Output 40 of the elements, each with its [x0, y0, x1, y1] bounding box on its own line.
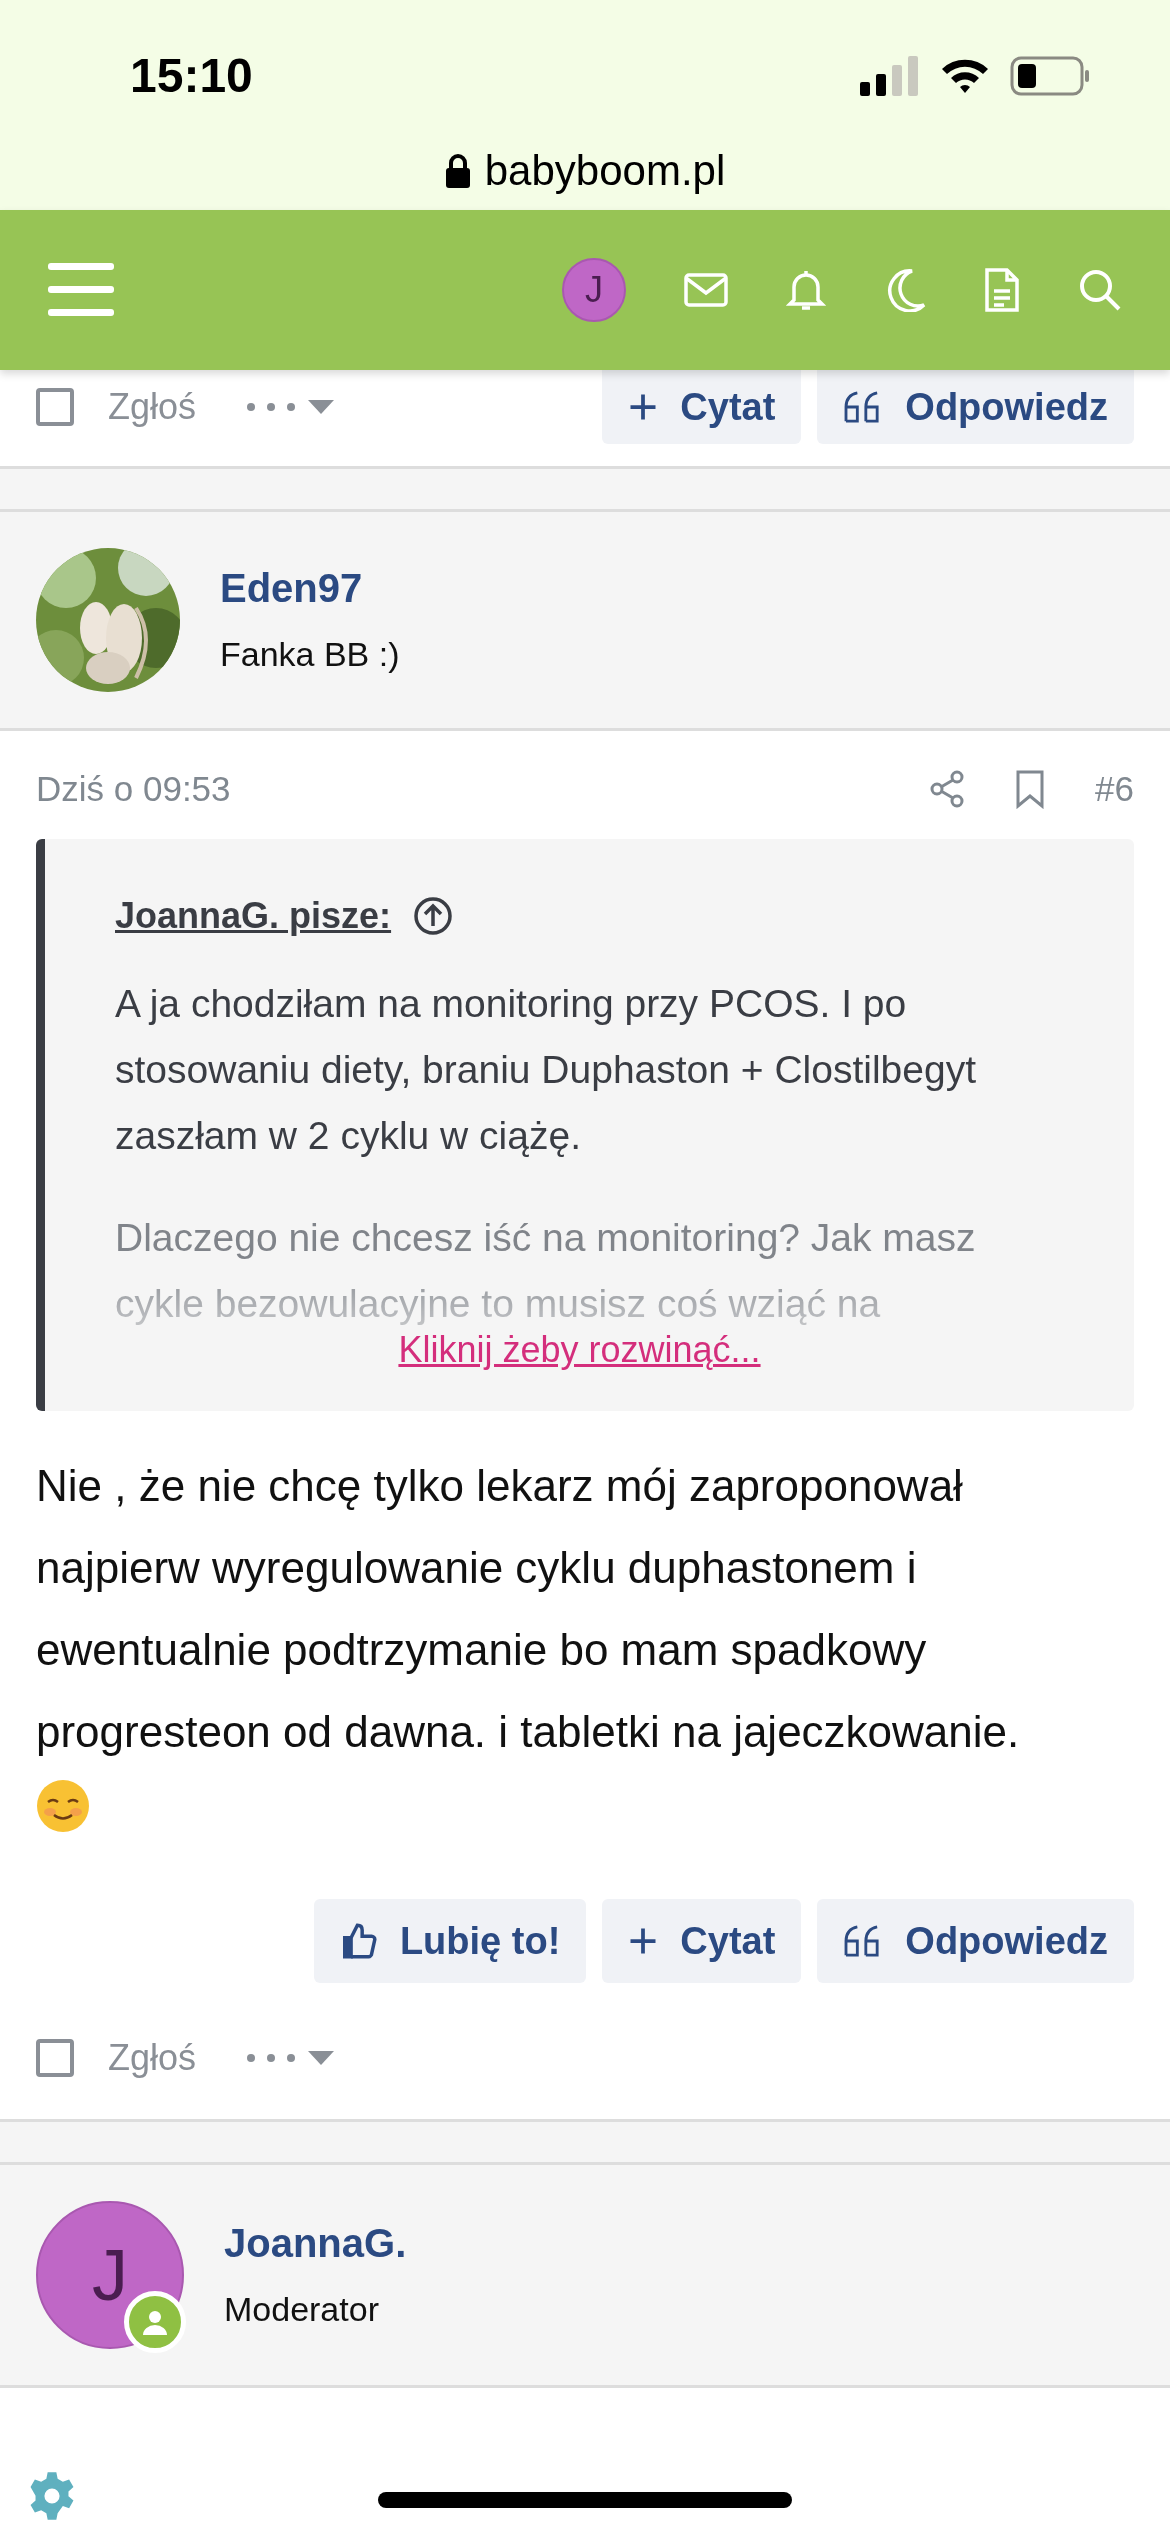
like-button[interactable]: Lubię to! [313, 1899, 587, 1983]
user-title: Moderator [224, 2290, 380, 2329]
battery-icon [1010, 55, 1090, 96]
checkbox[interactable] [36, 2039, 74, 2077]
plus-icon [628, 392, 659, 422]
plus-icon [628, 1926, 659, 1956]
bell-icon[interactable] [786, 268, 826, 312]
user-title: Fanka BB :) [220, 635, 400, 674]
post-date[interactable]: Dziś o 09:53 [36, 769, 231, 809]
username[interactable]: Eden97 [220, 566, 400, 611]
menu-icon[interactable] [48, 263, 114, 317]
more-dots-icon[interactable] [246, 2053, 297, 2063]
quote-button[interactable]: Cytat [602, 1899, 802, 1983]
expand-link[interactable]: Kliknij żeby rozwinąć... [398, 1329, 761, 1371]
lock-icon [444, 154, 471, 188]
quote-text: Dlaczego nie chcesz iść na monitoring? Jak masz cykle bezowulacyjne to musisz coś wziąć na [115, 1215, 977, 1327]
search-icon[interactable] [1078, 268, 1122, 312]
mail-icon[interactable] [684, 273, 728, 307]
post-text: Nie , że nie chcę tylko lekarz mój zaproponował najpierw wyregulowanie cyklu duphastonem i ewentualnie podtrzymanie bo mam spadkowy progresteon od dawna. i tabletki na jajeczkowanie. [36, 1460, 1021, 1758]
more-dots-icon[interactable] [246, 402, 297, 412]
online-badge [124, 2291, 186, 2353]
arrow-up-circle-icon[interactable] [413, 896, 454, 936]
quote-button[interactable]: Cytat [602, 370, 802, 444]
reply-button[interactable]: Odpowiedz [817, 370, 1134, 444]
bookmark-icon[interactable] [1015, 769, 1046, 809]
caret-down-icon[interactable] [308, 2051, 335, 2065]
checkbox[interactable] [36, 388, 74, 426]
clock-time: 15:10 [130, 48, 253, 103]
reply-button[interactable]: Odpowiedz [817, 1899, 1134, 1983]
smiling-face-icon [36, 1779, 90, 1833]
username[interactable]: JoannaG. [224, 2221, 407, 2266]
address-bar-url[interactable]: babyboom.pl [484, 147, 726, 195]
document-icon[interactable] [984, 267, 1020, 313]
caret-down-icon[interactable] [308, 400, 335, 414]
user-avatar[interactable]: J [562, 258, 626, 322]
signal-icon [860, 55, 920, 96]
share-icon[interactable] [929, 770, 966, 808]
quote-text: A ja chodziłam na monitoring przy PCOS. I po stosowaniu diety, braniu Duphaston + Clostilbegyt zaszłam w 2 cyklu w ciążę. [115, 981, 978, 1159]
post-number[interactable]: #6 [1095, 769, 1134, 809]
quote-author-link[interactable]: JoannaG. pisze: [115, 895, 392, 937]
